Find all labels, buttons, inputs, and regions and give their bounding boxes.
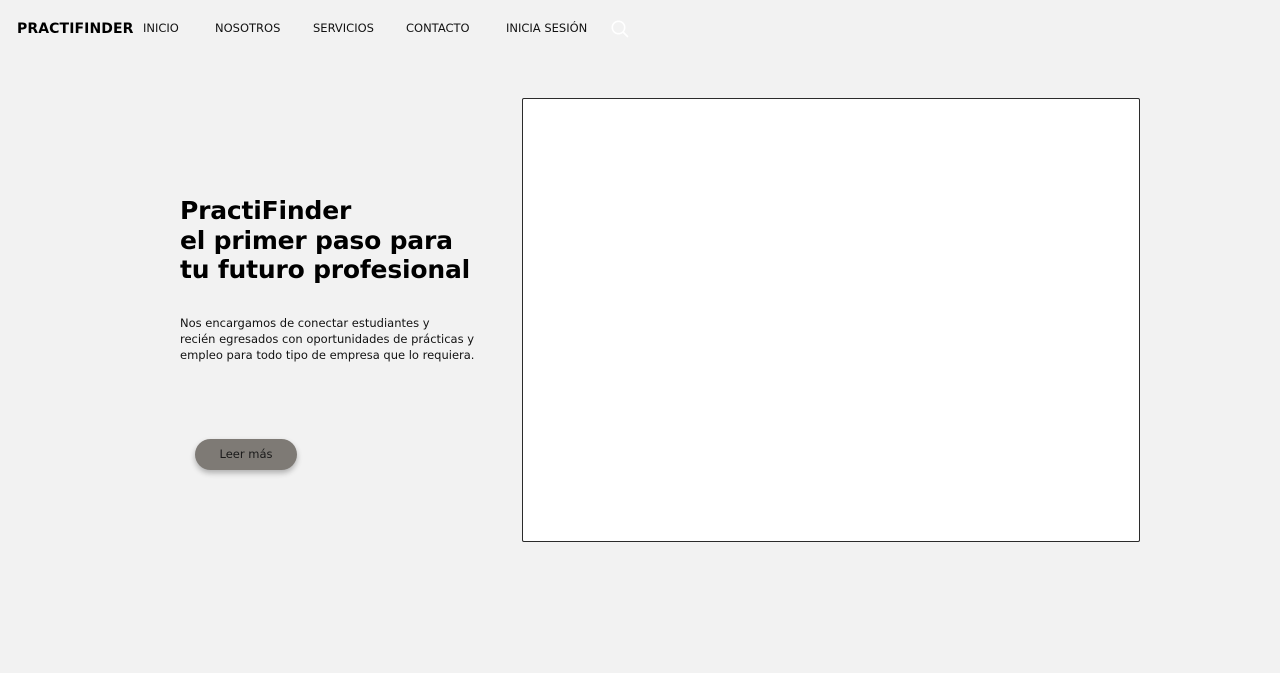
hero-title-line: el primer paso para [180,225,453,255]
page: PRACTIFINDER INICIO NOSOTROS SERVICIOS C… [0,0,1280,677]
nav-link-inicio[interactable]: INICIO [143,21,179,36]
hero-description-line: empleo para todo tipo de empresa que lo … [180,348,475,362]
leer-mas-button[interactable]: Leer más [195,439,297,470]
search-icon [611,20,629,38]
brand-logo[interactable]: PRACTIFINDER [17,20,134,38]
nav-link-contacto[interactable]: CONTACTO [406,21,470,36]
hero-title: PractiFinder el primer paso para tu futu… [180,196,500,285]
hero-description-line: Nos encargamos de conectar estudiantes y [180,316,430,330]
hero-image-placeholder [522,98,1140,542]
page-bottom-edge [0,673,1280,677]
nav-link-servicios[interactable]: SERVICIOS [313,21,374,36]
nav-link-inicia-sesion[interactable]: INICIA SESIÓN [506,21,587,36]
search-button[interactable] [610,19,630,39]
hero-title-line: PractiFinder [180,196,352,225]
hero-description-line: recién egresados con oportunidades de pr… [180,332,475,346]
top-navigation: PRACTIFINDER INICIO NOSOTROS SERVICIOS C… [0,0,1280,58]
hero-title-line: tu futuro profesional [180,255,470,284]
nav-link-nosotros[interactable]: NOSOTROS [215,21,280,36]
hero-description: Nos encargamos de conectar estudiantes y… [180,315,480,363]
